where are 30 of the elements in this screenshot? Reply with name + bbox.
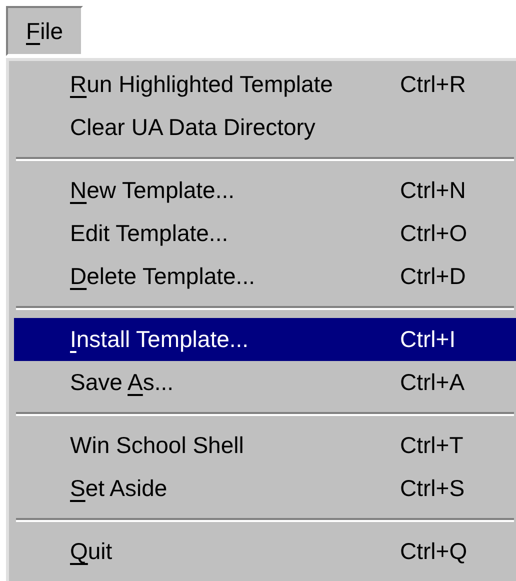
- menu-item[interactable]: Quit Ctrl+Q: [14, 530, 516, 573]
- shortcut-label: Ctrl+I: [400, 325, 456, 354]
- menu-item-label: Delete Template...: [70, 262, 256, 292]
- shortcut-label: Ctrl+D: [400, 262, 466, 292]
- menu-item[interactable]: Delete Template... Ctrl+D: [14, 255, 516, 298]
- menu-item-label: New Template...: [70, 176, 236, 206]
- menu-item-label: Run Highlighted Template: [70, 70, 334, 100]
- menu-item-label: Save As...: [70, 368, 175, 398]
- menu-item-label: Win School Shell: [70, 431, 245, 460]
- shortcut-label: Ctrl+O: [400, 219, 468, 248]
- menu-item[interactable]: Save As... Ctrl+A: [14, 361, 516, 404]
- menu-item[interactable]: Install Template... Ctrl+I: [14, 318, 516, 361]
- menu-item[interactable]: Clear UA Data Directory: [14, 106, 516, 149]
- menu-item[interactable]: New Template... Ctrl+N: [14, 169, 516, 212]
- shortcut-label: Ctrl+A: [400, 368, 465, 398]
- menu-item[interactable]: Edit Template... Ctrl+O: [14, 212, 516, 255]
- shortcut-label: Ctrl+N: [400, 176, 466, 206]
- menu-item[interactable]: Run Highlighted Template Ctrl+R: [14, 63, 516, 106]
- menu-item-label: Set Aside: [70, 474, 168, 504]
- menu-item-label: Edit Template...: [70, 219, 230, 248]
- menu-item[interactable]: Set Aside Ctrl+S: [14, 467, 516, 510]
- menu-item-label: Install Template...: [70, 325, 250, 354]
- menu-item[interactable]: Win School Shell Ctrl+T: [14, 424, 516, 467]
- shortcut-label: Ctrl+Q: [400, 537, 468, 566]
- menu-item-label: Clear UA Data Directory: [70, 113, 316, 142]
- menu-bar-item[interactable]: File: [6, 6, 84, 56]
- shortcut-label: Ctrl+R: [400, 70, 466, 100]
- shortcut-label: Ctrl+T: [400, 431, 464, 460]
- shortcut-label: Ctrl+S: [400, 474, 465, 504]
- menu-item-label: Quit: [70, 537, 114, 566]
